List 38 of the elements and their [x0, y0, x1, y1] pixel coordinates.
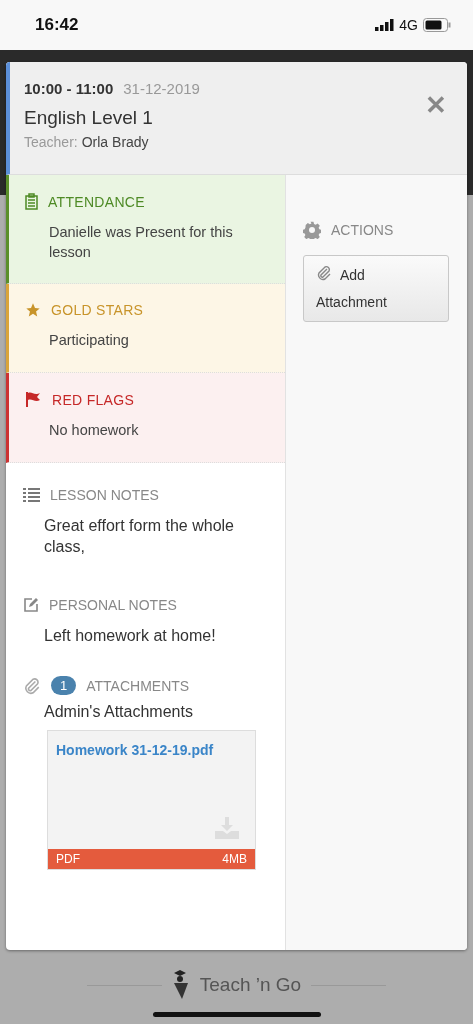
record-text: Participating: [49, 331, 130, 350]
lesson-title: English Level 1: [24, 107, 154, 129]
edit-icon: [23, 597, 39, 613]
lesson-time: 10:00 - 11:00: [24, 80, 114, 97]
gear-icon: [303, 221, 321, 239]
file-type: PDF: [56, 852, 80, 866]
record-title: ATTENDANCE: [48, 193, 145, 210]
record-text: No homework: [49, 421, 140, 440]
battery-icon: [423, 18, 451, 32]
notes-title: LESSON NOTES: [50, 487, 159, 503]
list-icon: [23, 488, 40, 502]
clipboard-icon: [25, 193, 38, 210]
notes-text: Left homework at home!: [44, 626, 217, 646]
paperclip-icon: [23, 676, 41, 695]
flag-icon: [25, 391, 42, 408]
attachments-title: ATTACHMENTS: [86, 677, 190, 694]
file-link[interactable]: Homework 31-12-19.pdf: [56, 742, 214, 758]
clock-time: 16:42: [35, 15, 80, 35]
actions-title: ACTIONS: [331, 222, 394, 238]
lesson-date: 31-12-2019: [123, 80, 200, 97]
network-label: 4G: [399, 17, 418, 33]
count-badge: 1: [51, 676, 77, 695]
paperclip-icon: [316, 265, 332, 282]
record-title: RED FLAGS: [52, 391, 135, 408]
close-button[interactable]: ✕: [423, 88, 449, 122]
teacher-label: Teacher:: [24, 134, 78, 150]
notes-title: PERSONAL NOTES: [49, 597, 177, 613]
notes-text: Great effort form the whole class,: [44, 516, 235, 557]
record-text: Danielle was Present for this lesson: [49, 223, 234, 262]
add-attachment-button[interactable]: Add Attachment: [303, 255, 449, 323]
file-size: 4MB: [222, 852, 247, 866]
brand-logo-icon: [171, 970, 190, 1000]
brand-name: Teach ’n Go: [199, 974, 302, 996]
signal-icon: [375, 19, 396, 31]
teacher-name: Orla Brady: [81, 134, 149, 150]
attachments-group: Admin's Attachments: [44, 701, 275, 722]
record-title: GOLD STARS: [51, 302, 144, 318]
star-icon: [25, 302, 41, 318]
